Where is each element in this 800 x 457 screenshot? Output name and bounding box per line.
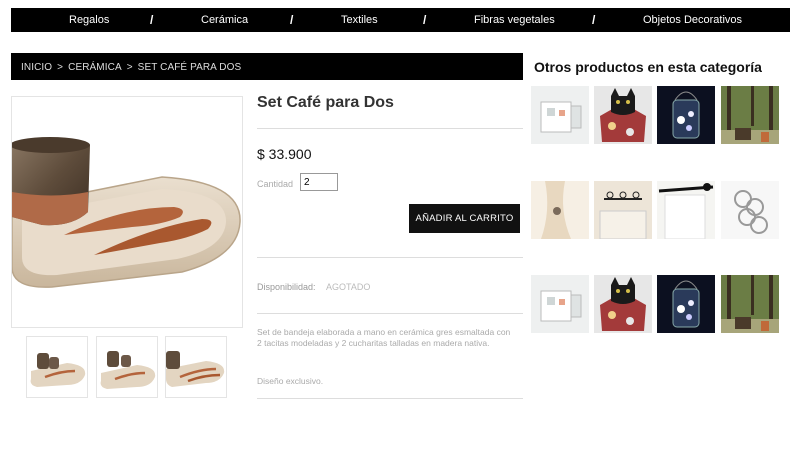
related-product-tile[interactable] [531, 181, 589, 239]
add-to-cart-button[interactable]: AÑADIR AL CARRITO [409, 204, 520, 233]
availability-status: AGOTADO [326, 282, 371, 292]
nav-separator: / [290, 13, 294, 27]
paper-house-image [540, 290, 582, 322]
nav-item-regalos[interactable]: Regalos [69, 14, 109, 26]
curtain-rod-image [657, 181, 715, 239]
product-description-extra: Diseño exclusivo. [257, 376, 324, 386]
cat-shirt-image [600, 277, 646, 331]
divider [257, 257, 523, 258]
paper-house-image [540, 101, 582, 133]
related-product-tile[interactable] [657, 86, 715, 144]
jar-lamp-image [672, 280, 700, 328]
breadcrumb: INICIO > CERÁMICA > SET CAFÉ PARA DOS [11, 53, 523, 80]
product-price: $ 33.900 [257, 146, 312, 162]
nav-separator: / [423, 13, 427, 27]
forest-chair-image [721, 275, 779, 333]
thumbnail-image [166, 351, 225, 387]
curtain-tieback-image [531, 181, 589, 239]
forest-chair-image [721, 86, 779, 144]
product-description: Set de bandeja elaborada a mano en cerám… [257, 327, 511, 348]
related-product-tile[interactable] [657, 275, 715, 333]
nav-item-fibras-vegetales[interactable]: Fibras vegetales [474, 14, 555, 26]
quantity-input[interactable] [300, 173, 338, 191]
related-product-tile[interactable] [531, 86, 589, 144]
related-product-tile[interactable] [721, 181, 779, 239]
thumbnail-image [100, 351, 156, 389]
nav-separator: / [150, 13, 154, 27]
curtain-rings-image [734, 190, 768, 234]
related-products-title: Otros productos en esta categoría [534, 59, 762, 75]
breadcrumb-item-inicio[interactable]: INICIO [21, 62, 52, 73]
nav-item-ceramica[interactable]: Cerámica [201, 14, 248, 26]
breadcrumb-item-ceramica[interactable]: CERÁMICA [68, 62, 122, 73]
product-thumbnail[interactable] [96, 336, 158, 398]
ceramic-set-illustration [12, 137, 241, 288]
related-product-tile[interactable] [531, 275, 589, 333]
related-product-tile[interactable] [594, 86, 652, 144]
divider [257, 128, 523, 129]
nav-item-textiles[interactable]: Textiles [341, 14, 378, 26]
door-rack-image [594, 181, 652, 239]
product-thumbnail[interactable] [165, 336, 227, 398]
jar-lamp-image [672, 91, 700, 139]
related-product-tile[interactable] [721, 275, 779, 333]
availability-label: Disponibilidad: [257, 282, 316, 292]
related-product-tile[interactable] [721, 86, 779, 144]
cat-shirt-image [600, 88, 646, 142]
divider [257, 313, 523, 314]
thumbnail-image [30, 353, 86, 387]
quantity-label: Cantidad [257, 179, 294, 189]
nav-item-objetos-decorativos[interactable]: Objetos Decorativos [643, 14, 742, 26]
product-main-image[interactable] [11, 96, 243, 328]
breadcrumb-separator: > [126, 62, 133, 73]
product-title: Set Café para Dos [257, 94, 394, 111]
top-nav: Regalos / Cerámica / Textiles / Fibras v… [11, 8, 790, 32]
breadcrumb-item-current: SET CAFÉ PARA DOS [137, 62, 242, 73]
product-thumbnail[interactable] [26, 336, 88, 398]
related-product-tile[interactable] [594, 275, 652, 333]
related-product-tile[interactable] [657, 181, 715, 239]
breadcrumb-separator: > [57, 62, 64, 73]
related-product-tile[interactable] [594, 181, 652, 239]
divider [257, 398, 523, 399]
nav-separator: / [592, 13, 596, 27]
